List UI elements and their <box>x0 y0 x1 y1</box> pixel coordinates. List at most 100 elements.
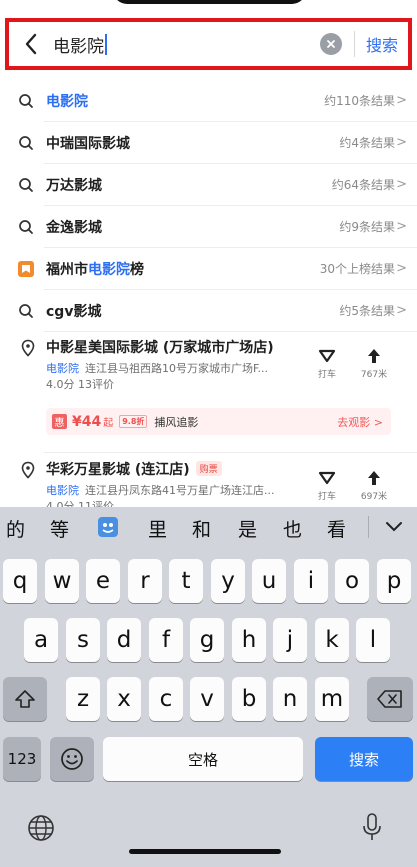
chevron-right-icon: > <box>396 135 407 150</box>
space-key[interactable]: 空格 <box>103 737 303 781</box>
chevron-right-icon: > <box>396 177 407 192</box>
key-n[interactable]: n <box>273 677 307 721</box>
result-count: 约5条结果 <box>339 304 395 318</box>
suggestion-label: 中瑞国际影城 <box>46 135 130 152</box>
key-g[interactable]: g <box>190 618 224 662</box>
chevron-right-icon: > <box>396 303 407 318</box>
poi-title: 华彩万星影城 (连江店) 购票 <box>46 459 222 479</box>
divider <box>44 331 417 332</box>
directions-button[interactable]: 767米 <box>354 348 394 380</box>
shift-icon <box>15 690 35 708</box>
ticket-badge: 购票 <box>195 461 222 476</box>
key-f[interactable]: f <box>149 618 183 662</box>
key-p[interactable]: p <box>377 559 411 603</box>
ranking-flag-icon <box>18 260 34 277</box>
chevron-right-icon: > <box>396 261 407 276</box>
chevron-left-icon <box>25 33 37 55</box>
key-s[interactable]: s <box>66 618 100 662</box>
suggestion-label: 电影院 <box>46 93 88 110</box>
candidate-word[interactable]: 是 <box>238 515 257 542</box>
emoji-suggestion-icon[interactable] <box>97 516 119 538</box>
suggestion-row[interactable]: 电影院 约110条结果 > <box>0 80 417 121</box>
key-b[interactable]: b <box>232 677 266 721</box>
clear-button[interactable] <box>319 33 342 55</box>
suggestion-row[interactable]: 中瑞国际影城 约4条结果 > <box>0 122 417 163</box>
keyboard: 的 等 里 和 是 也 看 q w e r t y u i o p a s d … <box>0 507 417 867</box>
result-count: 约9条结果 <box>339 220 395 234</box>
key-x[interactable]: x <box>107 677 141 721</box>
shift-key[interactable] <box>3 677 47 721</box>
keyboard-search-key[interactable]: 搜索 <box>315 737 413 781</box>
watch-movie-link[interactable]: 去观影 > <box>337 414 383 430</box>
taxi-button[interactable]: 打车 <box>307 470 347 502</box>
candidate-word[interactable]: 里 <box>148 515 167 542</box>
numbers-key[interactable]: 123 <box>3 737 41 781</box>
divider <box>368 516 369 538</box>
suggestion-row[interactable]: 金逸影城 约9条结果 > <box>0 206 417 247</box>
search-icon <box>19 135 33 150</box>
emoji-icon <box>61 748 83 770</box>
key-k[interactable]: k <box>315 618 349 662</box>
close-icon <box>327 40 335 48</box>
microphone-icon[interactable] <box>362 812 382 842</box>
film-title: 捕风追影 <box>154 415 199 429</box>
chevron-right-icon: > <box>396 93 407 108</box>
key-e[interactable]: e <box>86 559 120 603</box>
suggestion-label: 万达影城 <box>46 177 102 194</box>
key-a[interactable]: a <box>24 618 58 662</box>
suggestion-label: 金逸影城 <box>46 219 102 236</box>
delete-key[interactable] <box>367 677 413 721</box>
device-notch <box>113 0 306 4</box>
key-o[interactable]: o <box>335 559 369 603</box>
search-icon <box>19 177 33 192</box>
directions-icon <box>368 471 380 485</box>
key-r[interactable]: r <box>128 559 162 603</box>
home-indicator <box>129 849 281 854</box>
key-u[interactable]: u <box>252 559 286 603</box>
ranking-label: 福州市电影院榜 <box>46 261 144 278</box>
directions-button[interactable]: 697米 <box>354 470 394 502</box>
poi-address: 电影院 连江县丹凤东路41号万星广场连江店... <box>46 484 275 497</box>
key-t[interactable]: t <box>169 559 203 603</box>
globe-icon[interactable] <box>27 814 55 842</box>
promo-price: ¥44 <box>72 413 102 430</box>
key-i[interactable]: i <box>294 559 328 603</box>
candidate-word[interactable]: 的 <box>6 515 25 542</box>
key-j[interactable]: j <box>273 618 307 662</box>
candidate-word[interactable]: 看 <box>327 515 346 542</box>
back-button[interactable] <box>9 22 53 66</box>
backspace-icon <box>377 690 402 708</box>
key-z[interactable]: z <box>66 677 100 721</box>
ranking-row[interactable]: 福州市电影院榜 30个上榜结果 > <box>0 248 417 289</box>
taxi-button[interactable]: 打车 <box>307 348 347 380</box>
chevron-down-icon[interactable] <box>385 521 403 533</box>
suggestion-row[interactable]: 万达影城 约64条结果 > <box>0 164 417 205</box>
key-d[interactable]: d <box>107 618 141 662</box>
suggestion-label: cgv影城 <box>46 303 102 320</box>
promo-price-suffix: 起 <box>103 418 114 429</box>
key-w[interactable]: w <box>45 559 79 603</box>
result-count: 约4条结果 <box>339 136 395 150</box>
key-l[interactable]: l <box>356 618 390 662</box>
key-v[interactable]: v <box>190 677 224 721</box>
suggestion-row[interactable]: cgv影城 约5条结果 > <box>0 290 417 331</box>
key-m[interactable]: m <box>315 677 349 721</box>
key-y[interactable]: y <box>211 559 245 603</box>
key-h[interactable]: h <box>232 618 266 662</box>
candidate-word[interactable]: 也 <box>283 515 302 542</box>
discount-badge: 9.8折 <box>119 415 148 428</box>
search-button[interactable]: 搜索 <box>355 32 408 56</box>
poi-address: 电影院 连江县马祖西路10号万家城市广场F... <box>46 362 269 375</box>
search-input[interactable]: 电影院 <box>53 32 320 57</box>
candidate-word[interactable]: 等 <box>50 515 69 542</box>
poi-card[interactable]: 华彩万星影城 (连江店) 购票 电影院 连江县丹凤东路41号万星广场连江店... 4… <box>0 456 417 510</box>
candidate-bar: 的 等 里 和 是 也 看 <box>0 507 417 547</box>
candidate-word[interactable]: 和 <box>192 515 211 542</box>
result-count: 约64条结果 <box>331 178 395 192</box>
emoji-key[interactable] <box>50 737 94 781</box>
poi-card[interactable]: 中影星美国际影城 (万家城市广场店) 电影院 连江县马祖西路10号万家城市广场F.… <box>0 334 417 444</box>
promo-banner[interactable]: 惠 ¥44 起 9.8折 捕风追影 去观影 > <box>46 408 391 435</box>
divider <box>44 452 417 453</box>
key-c[interactable]: c <box>149 677 183 721</box>
key-q[interactable]: q <box>3 559 37 603</box>
